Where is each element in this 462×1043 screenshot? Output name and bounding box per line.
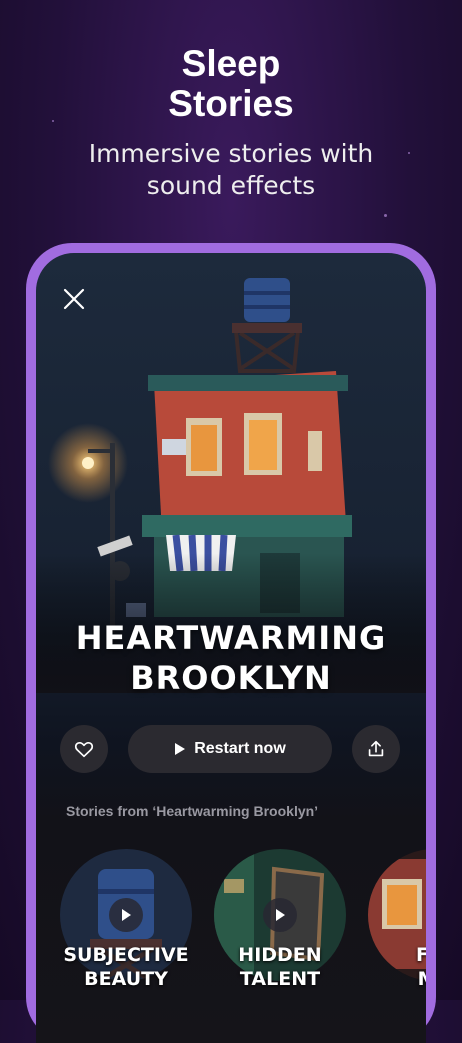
play-icon	[175, 743, 186, 755]
thumbnail-title-line: SUBJECTIVE	[63, 944, 189, 966]
thumbnail-title-line: MY	[359, 967, 426, 991]
hero-title-line: Stories	[168, 83, 294, 124]
thumbnail-title-line: BEAUTY	[84, 968, 168, 990]
close-icon	[63, 288, 85, 310]
star-decoration	[384, 214, 387, 217]
phone-frame: HEARTWARMING BROOKLYN Restart now Storie…	[26, 243, 436, 1043]
hero-subtitle-line: sound effects	[146, 171, 316, 200]
story-title-line: HEARTWARMING	[75, 619, 387, 657]
thumbnail-title-line: FIN	[416, 944, 426, 966]
close-button[interactable]	[60, 285, 88, 313]
thumbnail-play-button[interactable]	[263, 898, 297, 932]
thumbnail-play-button[interactable]	[109, 898, 143, 932]
thumbnail-title-line: TALENT	[239, 968, 321, 990]
story-screen: HEARTWARMING BROOKLYN Restart now Storie…	[36, 253, 426, 1043]
play-icon	[122, 909, 131, 921]
story-controls: Restart now	[60, 725, 410, 773]
favorite-button[interactable]	[60, 725, 108, 773]
related-stories-label: Stories from ‘Heartwarming Brooklyn’	[66, 803, 319, 819]
hero-subtitle: Immersive stories with sound effects	[0, 138, 462, 202]
hero-title: Sleep Stories	[0, 44, 462, 124]
story-title: HEARTWARMING BROOKLYN	[36, 618, 426, 698]
story-thumbnail-title: SUBJECTIVE BEAUTY	[51, 943, 201, 991]
thumbnail-title-line: HIDDEN	[238, 944, 322, 966]
story-thumbnail-title: FIN MY	[359, 943, 426, 991]
hero-subtitle-line: Immersive stories with	[88, 139, 374, 168]
hero-title-line: Sleep	[181, 43, 281, 84]
play-icon	[276, 909, 285, 921]
restart-now-button[interactable]: Restart now	[128, 725, 332, 773]
share-button[interactable]	[352, 725, 400, 773]
share-icon	[368, 740, 384, 757]
restart-now-label: Restart now	[194, 740, 286, 757]
story-title-line: BROOKLYN	[130, 659, 332, 697]
heart-icon	[74, 741, 94, 758]
story-thumbnail-title: HIDDEN TALENT	[205, 943, 355, 991]
